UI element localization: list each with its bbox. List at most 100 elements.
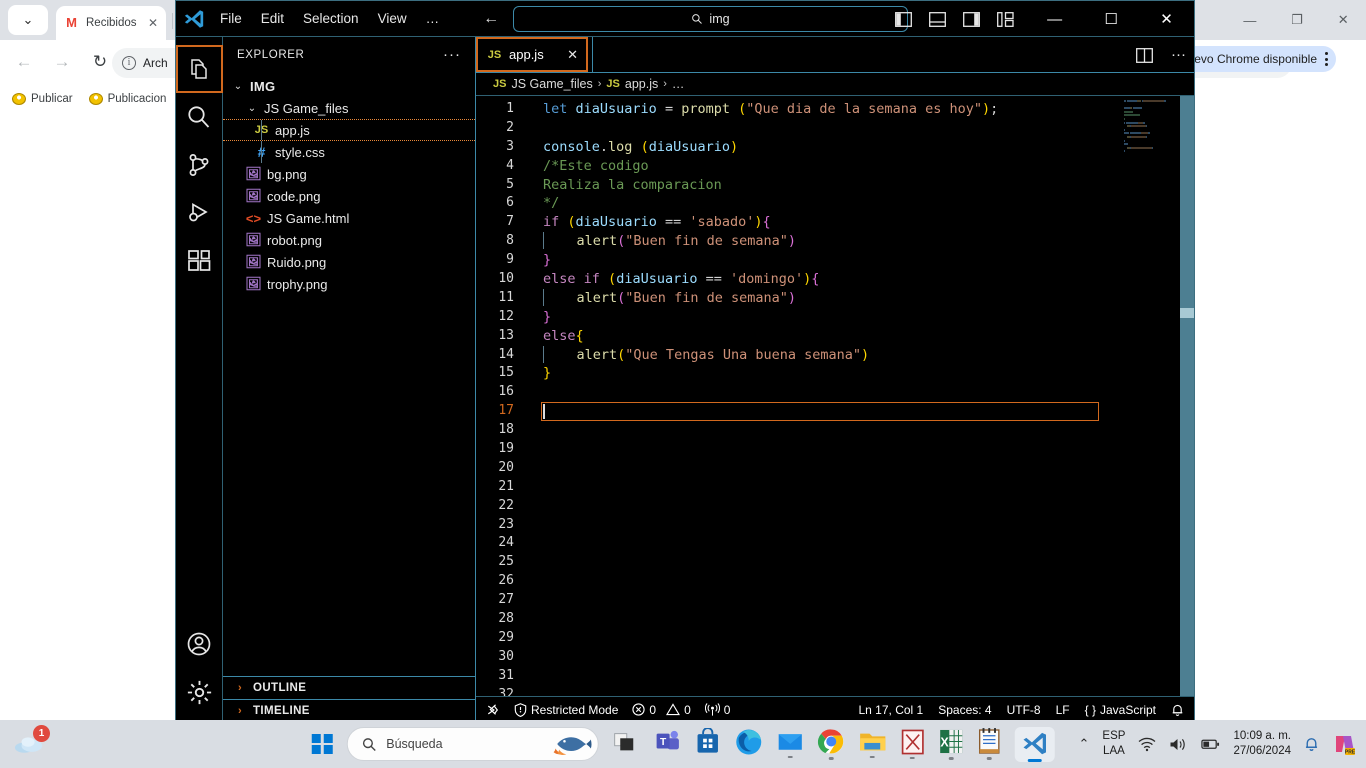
menu-selection[interactable]: Selection [303, 11, 359, 26]
indentation-setting[interactable]: Spaces: 4 [938, 703, 991, 717]
code-line[interactable]: /*Este codigo [543, 157, 1122, 176]
code-line[interactable]: console.log (diaUsuario) [543, 138, 1122, 157]
close-icon[interactable]: ✕ [148, 16, 158, 30]
taskbar-app-microsoft-store[interactable] [694, 728, 720, 760]
code-line[interactable] [543, 516, 1122, 535]
bell-icon[interactable] [1304, 736, 1319, 752]
code-line[interactable]: else{ [543, 327, 1122, 346]
taskbar-app-microsoft-teams[interactable]: T [654, 729, 680, 760]
editor-position[interactable]: Ln 17, Col 1 [859, 703, 924, 717]
breadcrumb-item-symbol[interactable]: … [672, 77, 685, 91]
language-mode[interactable]: { } JavaScript [1085, 703, 1156, 717]
ports-button[interactable]: 0 [704, 703, 730, 717]
breadcrumb-item-folder[interactable]: JS Game_files [511, 77, 592, 91]
code-content[interactable]: let diaUsuario = prompt ("Que dia de la … [526, 96, 1122, 696]
close-button[interactable]: ✕ [1160, 10, 1173, 28]
code-line[interactable] [543, 534, 1122, 553]
taskbar-app-pdf-reader[interactable] [900, 729, 924, 760]
toggle-panel-icon[interactable] [929, 11, 946, 27]
tree-item-app-js[interactable]: JS app.js [223, 119, 475, 141]
code-line[interactable] [543, 610, 1122, 629]
site-info-icon[interactable]: i [122, 56, 136, 70]
sidebar-item-settings[interactable] [176, 668, 223, 716]
code-line[interactable]: if (diaUsuario == 'sabado'){ [543, 213, 1122, 232]
sidebar-item-run-and-debug[interactable] [176, 189, 223, 237]
speaker-icon[interactable] [1169, 737, 1188, 752]
tab-search-button[interactable]: ⌄ [8, 5, 48, 35]
code-line[interactable] [543, 686, 1122, 696]
code-line[interactable] [543, 440, 1122, 459]
taskbar-app-google-chrome[interactable] [817, 728, 844, 760]
eol-setting[interactable]: LF [1056, 703, 1070, 717]
tree-item-bg-png[interactable]: 🖼 bg.png [223, 163, 475, 185]
section-timeline[interactable]: › TIMELINE [223, 699, 475, 722]
code-line[interactable] [541, 402, 1099, 422]
editor-scrollbar[interactable] [1180, 96, 1194, 696]
maximize-button[interactable]: ❐ [1291, 12, 1303, 28]
sidebar-item-search[interactable] [176, 93, 223, 141]
toggle-secondary-sidebar-icon[interactable] [963, 11, 980, 27]
close-button[interactable]: ✕ [1338, 12, 1349, 28]
tree-item-robot-png[interactable]: 🖼 robot.png [223, 229, 475, 251]
bookmark-item[interactable]: Publicar [12, 93, 73, 105]
problems-button[interactable]: 0 0 [632, 703, 691, 717]
copilot-icon[interactable]: PRE [1332, 731, 1358, 757]
taskbar-app-task-view[interactable] [612, 729, 640, 760]
code-line[interactable]: } [543, 364, 1122, 383]
close-icon[interactable]: ✕ [567, 47, 578, 63]
bookmark-item[interactable]: Publicacion [88, 93, 166, 105]
reload-button[interactable]: ↻ [88, 50, 112, 74]
browser-tab[interactable]: M Recibidos ✕ [56, 6, 166, 40]
taskbar-app-file-explorer[interactable] [858, 730, 886, 759]
code-line[interactable]: } [543, 251, 1122, 270]
split-editor-icon[interactable] [1136, 47, 1153, 63]
onedrive-tray-icon[interactable]: 1 [14, 725, 50, 759]
taskbar-app-visual-studio-code[interactable] [1014, 726, 1055, 762]
tree-item-trophy-png[interactable]: 🖼 trophy.png [223, 273, 475, 295]
menu-view[interactable]: View [378, 11, 407, 26]
back-button[interactable]: ← [12, 50, 36, 74]
code-line[interactable] [543, 383, 1122, 402]
language-indicator[interactable]: ESP LAA [1102, 729, 1125, 759]
search-input[interactable]: Búsqueda [346, 727, 599, 761]
code-line[interactable] [543, 572, 1122, 591]
start-button[interactable] [311, 733, 333, 755]
sidebar-item-explorer[interactable] [176, 45, 223, 93]
kebab-icon[interactable] [1325, 52, 1328, 66]
restricted-mode-button[interactable]: Restricted Mode [514, 703, 618, 717]
more-actions-icon[interactable]: ··· [1171, 47, 1186, 62]
code-line[interactable] [543, 459, 1122, 478]
code-line[interactable] [543, 119, 1122, 138]
code-line[interactable] [543, 648, 1122, 667]
go-back-icon[interactable]: ← [483, 10, 499, 28]
code-line[interactable]: alert("Buen fin de semana") [543, 288, 1122, 308]
chevron-down-icon[interactable]: ⌄ [245, 103, 259, 114]
minimize-button[interactable]: — [1243, 13, 1256, 28]
code-line[interactable] [543, 629, 1122, 648]
toggle-primary-sidebar-icon[interactable] [895, 11, 912, 27]
tree-item-js-game-html[interactable]: <> JS Game.html [223, 207, 475, 229]
menu-overflow[interactable]: … [426, 11, 440, 26]
taskbar-app-microsoft-edge[interactable] [734, 728, 762, 761]
tree-item-js-game-files[interactable]: ⌄ JS Game_files [223, 97, 475, 119]
tray-overflow-button[interactable]: ⌃ [1079, 736, 1090, 752]
breadcrumb-item-file[interactable]: app.js [625, 77, 658, 91]
scrollbar-thumb[interactable] [1180, 308, 1194, 318]
code-line[interactable]: let diaUsuario = prompt ("Que dia de la … [543, 100, 1122, 119]
code-line[interactable] [543, 478, 1122, 497]
code-line[interactable] [543, 591, 1122, 610]
minimap[interactable] [1122, 96, 1194, 696]
editor-tab-app-js[interactable]: JS app.js ✕ [476, 37, 588, 72]
code-line[interactable]: */ [543, 194, 1122, 213]
code-line[interactable] [543, 421, 1122, 440]
menu-edit[interactable]: Edit [261, 11, 284, 26]
notifications-button[interactable] [1171, 703, 1184, 717]
tree-item-ruido-png[interactable]: 🖼 Ruido.png [223, 251, 475, 273]
code-line[interactable]: alert("Buen fin de semana") [543, 232, 1122, 251]
clock[interactable]: 10:09 a. m. 27/06/2024 [1233, 729, 1291, 759]
customize-layout-icon[interactable] [997, 11, 1014, 27]
code-line[interactable] [543, 667, 1122, 686]
more-actions-icon[interactable]: ··· [443, 47, 461, 62]
menu-file[interactable]: File [220, 11, 242, 26]
battery-icon[interactable] [1201, 737, 1220, 751]
